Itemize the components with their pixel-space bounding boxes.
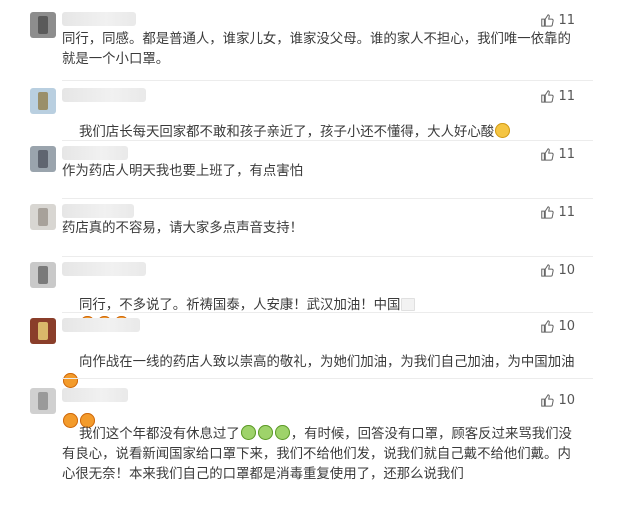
comment-text: 我们这个年都没有休息过了 ，有时候，回答没有口罩，顾客反过来骂我们没有良心，说看新… [62, 405, 576, 505]
divider [62, 80, 593, 81]
thumbs-up-icon [541, 206, 555, 219]
comment-text-body: 向作战在一线的药店人致以崇高的敬礼，为她们加油，为我们自己加油，为中国加油 [79, 355, 575, 370]
divider [62, 378, 593, 379]
comment-text: 我们店长每天回家都不敢和孩子亲近了，孩子小还不懂得，大人好心酸 [62, 103, 576, 163]
avatar[interactable] [30, 88, 56, 114]
sad-face-icon [495, 123, 511, 138]
username-blurred[interactable] [62, 12, 136, 26]
like-count: 10 [558, 318, 575, 334]
crying-face-icon [240, 425, 256, 440]
avatar[interactable] [30, 318, 56, 344]
username-blurred[interactable] [62, 88, 146, 102]
avatar[interactable] [30, 12, 56, 38]
username-blurred[interactable] [62, 262, 146, 276]
comment-text: 同行，同感。都是普通人，谁家儿女，谁家没父母。谁的家人不担心，我们唯一依靠的就是… [62, 32, 571, 67]
like-count: 11 [558, 88, 575, 104]
comment-text-body: 我们店长每天回家都不敢和孩子亲近了，孩子小还不懂得，大人好心酸 [79, 125, 495, 140]
china-flag-icon [401, 298, 416, 311]
like-button[interactable]: 11 [540, 146, 575, 162]
comment-text-part1: 我们这个年都没有休息过了 [79, 427, 240, 442]
thumbs-up-icon [541, 90, 555, 103]
crying-face-icon [274, 425, 290, 440]
thumbs-up-icon [541, 148, 555, 161]
username-blurred[interactable] [62, 388, 128, 402]
thumbs-up-icon [541, 264, 555, 277]
username-blurred[interactable] [62, 204, 134, 218]
divider [62, 140, 593, 141]
like-count: 11 [558, 146, 575, 162]
avatar[interactable] [30, 146, 56, 172]
like-count: 11 [558, 204, 575, 220]
crying-face-icon [257, 425, 273, 440]
divider [62, 256, 593, 257]
avatar[interactable] [30, 204, 56, 230]
thumbs-up-icon [541, 14, 555, 27]
username-blurred[interactable] [62, 318, 140, 332]
comment-text: 作为药店人明天我也要上班了，有点害怕 [62, 164, 304, 179]
comment-text-body: 同行，不多说了。祈祷国泰，人安康！武汉加油！中国 [79, 298, 401, 313]
fist-icon [63, 373, 78, 388]
comment-text: 药店真的不容易，请大家多点声音支持！ [62, 221, 304, 236]
divider [62, 312, 593, 313]
username-blurred[interactable] [62, 146, 128, 160]
like-button[interactable]: 10 [540, 318, 575, 334]
avatar[interactable] [30, 388, 56, 414]
like-button[interactable]: 11 [540, 88, 575, 104]
avatar[interactable] [30, 262, 56, 288]
thumbs-up-icon [541, 320, 555, 333]
like-button[interactable]: 11 [540, 12, 575, 28]
divider [62, 198, 593, 199]
like-button[interactable]: 11 [540, 204, 575, 220]
like-count: 11 [558, 12, 575, 28]
